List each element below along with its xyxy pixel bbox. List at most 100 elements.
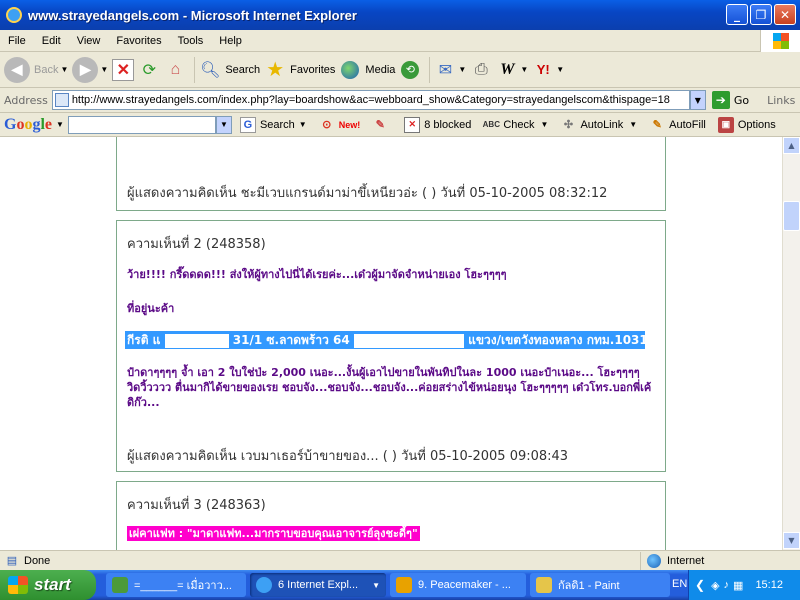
chevron-down-icon: ▼ xyxy=(520,65,529,74)
chevron-down-icon: ▼ xyxy=(458,65,467,74)
blog-icon: ✎ xyxy=(375,119,385,131)
scroll-down-button[interactable]: ▼ xyxy=(783,532,800,549)
start-button[interactable]: start xyxy=(0,570,96,600)
vertical-scrollbar[interactable]: ▲ ▼ xyxy=(782,137,800,550)
media-icon xyxy=(339,59,361,81)
taskbar-item-active[interactable]: 6 Internet Expl... ▼ xyxy=(250,573,386,597)
taskbar-item[interactable]: =______= เมื่อวาว... xyxy=(106,573,246,597)
stop-icon: ✕ xyxy=(112,58,135,81)
title-bar: www.strayedangels.com - Microsoft Intern… xyxy=(0,0,800,30)
links-button[interactable]: Links xyxy=(767,94,795,107)
chevron-down-icon: ▼ xyxy=(100,65,109,74)
spell-check-button[interactable]: ABC Check ▼ xyxy=(482,117,549,133)
selected-address-text: กีรติ แ 31/1 ซ.ลาดพร้าว 64 แขวง/เขตวังทอ… xyxy=(125,331,645,349)
history-icon: ⟲ xyxy=(399,59,421,81)
mail-icon: ✉ xyxy=(438,61,453,79)
chevron-down-icon: ▼ xyxy=(60,65,69,74)
address-bar: Address http://www.strayedangels.com/ind… xyxy=(0,88,800,113)
comment-poster: ผู้แสดงความคิดเห็น เวบมาเธอร์บ้าขายของ..… xyxy=(127,449,569,464)
ie-icon xyxy=(6,7,22,23)
favorites-button[interactable]: ★ Favorites xyxy=(264,59,335,81)
minimize-button[interactable]: _ xyxy=(726,4,748,25)
tray-app-icon[interactable]: ◈ xyxy=(711,579,719,592)
address-dropdown-button[interactable]: ▼ xyxy=(689,90,706,110)
home-icon: ⌂ xyxy=(170,60,181,78)
autolink-button[interactable]: ✣ AutoLink ▼ xyxy=(560,117,637,133)
page-content: ผู้แสดงความคิดเห็น ชะมีเวบแกรนด์มาม่าขึ้… xyxy=(0,137,782,550)
search-icon: 🔍︎ xyxy=(200,61,221,79)
page-done-icon: ▤ xyxy=(6,555,18,567)
print-button[interactable]: ⎙ xyxy=(470,59,492,81)
google-toolbar: Google ▼ ▼ G Search ▼ ⊙ New! ✎ ✕ 8 block… xyxy=(0,113,800,137)
windows-flag-icon xyxy=(8,576,28,594)
taskbar-item[interactable]: กัลดิ1 - Paint xyxy=(530,573,670,597)
popup-blocker-icon: ✕ xyxy=(404,116,421,133)
menu-tools[interactable]: Tools xyxy=(170,35,212,47)
stop-button[interactable]: ✕ xyxy=(112,58,135,81)
home-button[interactable]: ⌂ xyxy=(164,59,186,81)
printer-icon: ⎙ xyxy=(474,60,488,78)
msn-icon xyxy=(112,577,128,593)
menu-edit[interactable]: Edit xyxy=(34,35,69,47)
taskbar: start =______= เมื่อวาว... 6 Internet Ex… xyxy=(0,570,800,600)
google-news-button[interactable]: ⊙ New! xyxy=(319,117,360,133)
chevron-down-icon: ▼ xyxy=(556,65,565,74)
media-button[interactable]: Media xyxy=(339,59,395,81)
word-button[interactable]: W ▼ xyxy=(496,59,528,81)
google-search-button[interactable]: G Search ▼ xyxy=(239,116,307,133)
globe-icon xyxy=(647,553,661,568)
toolbar-separator xyxy=(429,56,431,83)
news-icon: ⊙ xyxy=(322,119,332,131)
autofill-button[interactable]: ✎ AutoFill xyxy=(649,117,706,133)
history-button[interactable]: ⟲ xyxy=(399,59,421,81)
restore-button[interactable]: ❐ xyxy=(750,4,772,25)
standard-toolbar: ◀ Back ▼ ▶ ▼ ✕ ⟳ ⌂ 🔍︎ Search ★ Favorites… xyxy=(0,52,800,88)
tray-expand-icon[interactable]: ❮ xyxy=(695,578,705,592)
toolbar-separator xyxy=(194,56,196,83)
comment-paragraph: ป๋าดาๆๆๆๆ จ้ำ เอา 2 ใบใช่ป่ะ 2,000 เนอะ.… xyxy=(127,366,652,409)
options-icon: ▣ xyxy=(717,116,734,133)
comment-box-3: ความเห็นที่ 3 (248363) เผ่คาแฟท : "มาดาแ… xyxy=(116,481,666,550)
volume-icon[interactable]: ♪ xyxy=(724,579,730,591)
scroll-up-button[interactable]: ▲ xyxy=(783,137,800,154)
autolink-icon: ✣ xyxy=(563,119,574,131)
clock[interactable]: 15:12 xyxy=(755,579,783,591)
address-url: http://www.strayedangels.com/index.php?l… xyxy=(71,94,670,106)
back-button[interactable]: ◀ Back ▼ xyxy=(4,56,69,83)
options-button[interactable]: ▣ Options xyxy=(717,116,776,133)
status-done: ▤ Done xyxy=(0,553,640,569)
forward-button[interactable]: ▶ ▼ xyxy=(72,56,109,83)
security-zone: Internet xyxy=(640,551,704,570)
chevron-down-icon: ▼ xyxy=(540,120,549,129)
comment-box-2: ความเห็นที่ 2 (248358) ว้าย!!!! กรี๊ดดดด… xyxy=(116,220,666,472)
address-input[interactable]: http://www.strayedangels.com/index.php?l… xyxy=(51,90,690,110)
menu-help[interactable]: Help xyxy=(211,35,250,47)
google-logo[interactable]: Google xyxy=(4,116,52,134)
chevron-down-icon[interactable]: ▼ xyxy=(56,120,64,129)
google-search-dropdown[interactable]: ▼ xyxy=(215,115,232,134)
paint-icon xyxy=(536,577,552,593)
taskbar-item[interactable]: 9. Peacemaker - ... xyxy=(390,573,526,597)
spellcheck-icon: ABC xyxy=(482,120,500,129)
refresh-icon: ⟳ xyxy=(142,61,157,79)
language-indicator[interactable]: EN xyxy=(672,578,687,590)
forward-arrow-icon: ▶ xyxy=(72,56,99,83)
comment-poster: ผู้แสดงความคิดเห็น ชะมีเวบแกรนด์มาม่าขึ้… xyxy=(127,186,608,201)
google-blog-button[interactable]: ✎ xyxy=(372,117,392,133)
redaction-block xyxy=(164,333,229,348)
menu-file[interactable]: File xyxy=(0,35,34,47)
redaction-block xyxy=(353,333,464,348)
yahoo-button[interactable]: Y! ▼ xyxy=(532,59,564,81)
network-icon[interactable]: ▦ xyxy=(733,579,743,592)
popup-blocker-button[interactable]: ✕ 8 blocked xyxy=(404,116,471,133)
refresh-button[interactable]: ⟳ xyxy=(138,59,160,81)
menu-bar: File Edit View Favorites Tools Help xyxy=(0,30,800,52)
search-button[interactable]: 🔍︎ Search xyxy=(199,59,260,81)
scroll-thumb[interactable] xyxy=(783,201,800,231)
menu-view[interactable]: View xyxy=(69,35,109,47)
close-button[interactable]: ✕ xyxy=(774,4,796,25)
mail-button[interactable]: ✉ ▼ xyxy=(434,59,467,81)
go-button[interactable]: ➔ Go xyxy=(711,91,749,109)
google-search-input[interactable] xyxy=(67,115,216,134)
menu-favorites[interactable]: Favorites xyxy=(108,35,169,47)
